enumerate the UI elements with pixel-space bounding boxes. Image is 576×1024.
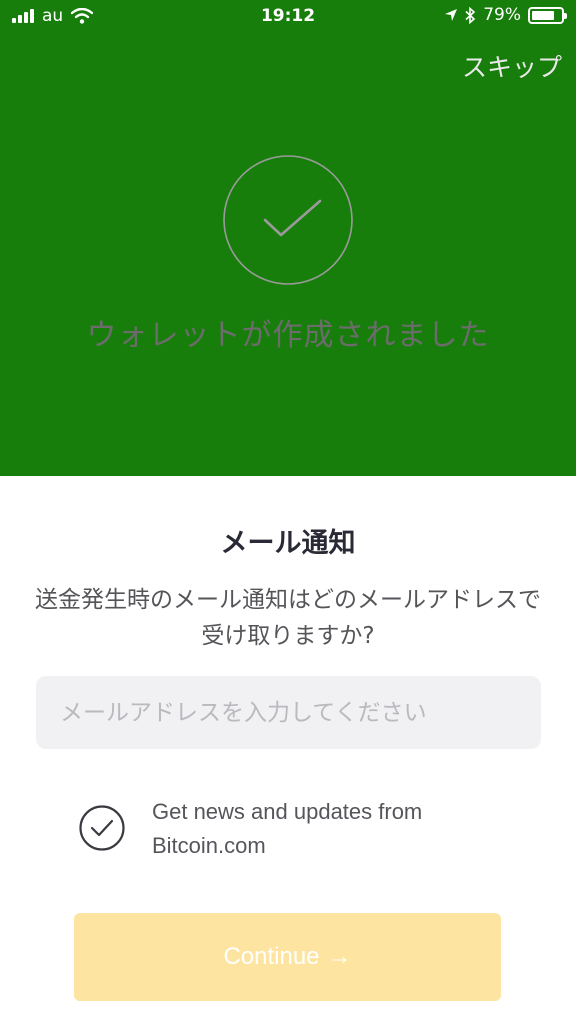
bluetooth-icon — [465, 6, 476, 24]
email-input[interactable] — [36, 676, 541, 749]
wallet-created-message: ウォレットが作成されました — [86, 318, 490, 353]
continue-label: Continue — [223, 943, 320, 970]
newsletter-label: Get news and updates from Bitcoin.com — [152, 799, 423, 858]
status-right: 79% — [444, 5, 567, 25]
email-notification-title: メール通知 — [220, 528, 356, 559]
status-bar: au 19:12 79% — [0, 0, 576, 34]
email-notification-description: 送金発生時のメール通知はどのメールアドレスで受け取りますか? — [35, 587, 541, 649]
arrow-right-icon: → — [327, 943, 352, 970]
skip-button[interactable]: スキップ — [462, 48, 562, 84]
location-arrow-icon — [445, 9, 458, 21]
wallet-created-banner: au 19:12 79% スキップ ウォレットが作成されました — [0, 0, 576, 476]
checkmark-circle-icon — [223, 155, 353, 285]
continue-button[interactable]: Continue → — [74, 913, 501, 1001]
battery-percent: 79% — [483, 5, 521, 25]
battery-fill — [532, 10, 555, 20]
battery-icon — [528, 6, 567, 24]
newsletter-checkbox[interactable] — [79, 805, 125, 851]
